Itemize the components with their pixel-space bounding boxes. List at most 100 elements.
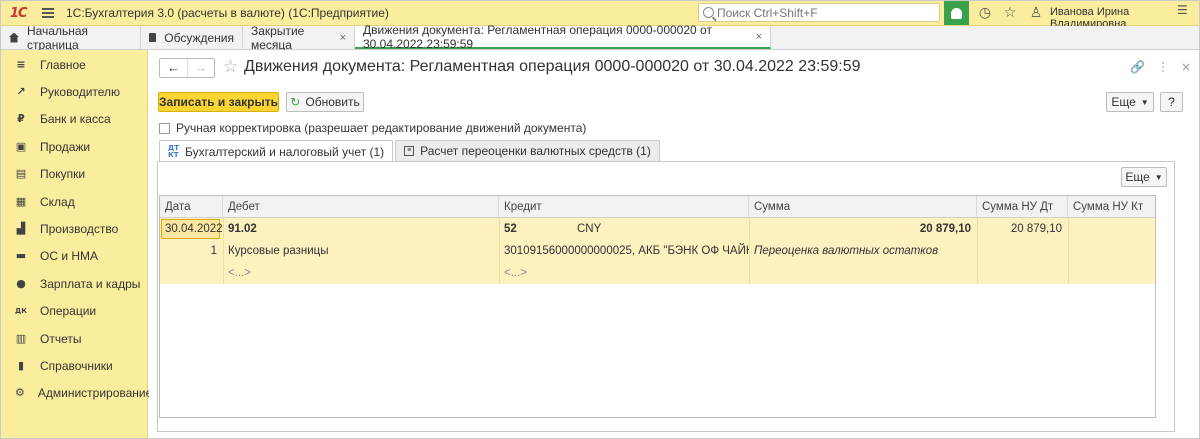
sidebar-item-purchases[interactable]: ▤ Покупки [1, 161, 147, 188]
sidebar-item-warehouse[interactable]: ▦ Склад [1, 188, 147, 215]
bag-icon: ▣ [15, 139, 27, 153]
sidebar-item-operations[interactable]: ДК Операции [1, 298, 147, 325]
app-title: 1С:Бухгалтерия 3.0 (расчеты в валюте) (1… [66, 6, 389, 20]
movements-table[interactable]: Дата Дебет Кредит Сумма Сумма НУ Дт Сумм… [159, 195, 1156, 418]
tab-document-movements[interactable]: Движения документа: Регламентная операци… [355, 22, 771, 51]
cell-debit-subconto-2[interactable]: <...> [223, 262, 499, 284]
chevron-down-icon: ▼ [1140, 97, 1149, 107]
sidebar-item-manager[interactable]: ↗ Руководителю [1, 78, 147, 105]
search-input[interactable] [717, 5, 927, 20]
column-credit[interactable]: Кредит [499, 196, 749, 218]
sidebar-item-main[interactable]: ≡ Главное [1, 51, 147, 78]
forward-button[interactable]: → [187, 59, 214, 77]
tab-month-close[interactable]: Закрытие месяца × [243, 23, 355, 52]
column-amount[interactable]: Сумма [749, 196, 977, 218]
tab-label: Закрытие месяца [251, 23, 305, 52]
menu-icon: ≡ [16, 57, 26, 71]
tab-discussions[interactable]: Обсуждения [141, 26, 243, 49]
gear-icon: ⚙ [15, 386, 25, 400]
book-icon: ▮ [17, 358, 25, 372]
link-icon[interactable]: 🔗 [1130, 60, 1145, 74]
history-icon[interactable]: ◷ [976, 4, 994, 22]
more-button[interactable]: Еще ▼ [1106, 92, 1154, 112]
manual-correction-label: Ручная корректировка (разрешает редактир… [176, 121, 587, 135]
sidebar-item-label: Операции [40, 304, 97, 319]
sidebar-item-label: Склад [40, 194, 75, 209]
close-icon[interactable]: × [1181, 60, 1191, 74]
sidebar-item-reports[interactable]: ▥ Отчеты [1, 325, 147, 352]
refresh-button[interactable]: ↻ Обновить [286, 92, 364, 112]
sidebar-item-label: Зарплата и кадры [40, 276, 141, 291]
search-icon [703, 7, 714, 18]
star-icon[interactable]: ☆ [223, 57, 238, 77]
sidebar-item-label: Справочники [40, 358, 113, 373]
warehouse-icon: ▦ [15, 194, 27, 208]
document-form: ← → ☆ Движения документа: Регламентная о… [149, 50, 1199, 438]
cell-amount[interactable]: 20 879,10 [749, 218, 977, 240]
global-search[interactable] [698, 3, 940, 22]
column-amount-nu-dt[interactable]: Сумма НУ Дт [977, 196, 1068, 218]
tab-home[interactable]: Начальная страница [1, 23, 141, 52]
sidebar-item-payroll[interactable]: ● Зарплата и кадры [1, 270, 147, 297]
cell-debit-account[interactable]: 91.02 [223, 218, 343, 240]
more-actions-icon[interactable]: ⋮ [1157, 60, 1169, 74]
close-icon[interactable]: × [756, 31, 762, 43]
factory-icon: ▟ [16, 222, 26, 236]
column-debit[interactable]: Дебет [223, 196, 499, 218]
cell-date[interactable]: 30.04.2022 [160, 218, 223, 240]
person-icon: ● [16, 276, 26, 290]
tab-accounting[interactable]: ДТ КТ Бухгалтерский и налоговый учет (1) [159, 140, 394, 162]
bar-chart-icon: ▥ [15, 331, 27, 345]
sidebar-item-catalogs[interactable]: ▮ Справочники [1, 352, 147, 379]
sidebar-item-admin[interactable]: ⚙ Администрирование [1, 380, 152, 407]
cell-credit-currency[interactable]: CNY [572, 218, 662, 240]
sidebar-item-production[interactable]: ▟ Производство [1, 215, 147, 242]
form-header-actions: 🔗 ⋮ × [1130, 60, 1191, 74]
sidebar-item-label: Администрирование [37, 386, 153, 401]
sidebar-item-label: Отчеты [40, 331, 82, 346]
open-windows-tabs: Начальная страница Обсуждения Закрытие м… [1, 22, 1199, 52]
tab-currency-revaluation[interactable]: ≡ Расчет переоценки валютных средств (1) [395, 140, 660, 161]
cell-credit-subconto[interactable]: 30109156000000000025, АКБ "БЭНК ОФ ЧАЙНА… [499, 240, 749, 262]
sidebar-item-label: ОС и НМА [40, 249, 99, 264]
cell-line-number: 1 [210, 245, 217, 257]
app-logo: 1С [10, 5, 28, 21]
history-nav: ← → [159, 58, 215, 78]
debit-credit-icon: ДК [15, 307, 27, 316]
sidebar-item-label: Главное [40, 57, 86, 72]
cell-credit-account[interactable]: 52 [499, 218, 569, 240]
column-amount-nu-kt[interactable]: Сумма НУ Кт [1068, 196, 1155, 218]
manual-correction-row[interactable]: Ручная корректировка (разрешает редактир… [159, 121, 586, 135]
ruble-icon: ₽ [17, 112, 25, 126]
cell-content[interactable]: Переоценка валютных остатков [749, 240, 977, 262]
refresh-label: Обновить [305, 95, 360, 109]
cell-credit-subconto-2[interactable]: <...> [499, 262, 749, 284]
tab-label: Расчет переоценки валютных средств (1) [420, 144, 651, 158]
close-icon[interactable]: × [340, 32, 346, 44]
cell-debit-subconto[interactable]: Курсовые разницы [223, 240, 499, 262]
register-tabs: ДТ КТ Бухгалтерский и налоговый учет (1) … [159, 140, 662, 162]
cart-icon: ▤ [15, 167, 27, 181]
grid-more-button[interactable]: Еще ▼ [1121, 167, 1167, 187]
main-menu-icon[interactable] [42, 8, 54, 18]
refresh-icon: ↻ [290, 95, 301, 109]
column-date[interactable]: Дата [160, 196, 223, 218]
sections-panel: ≡ Главное ↗ Руководителю ₽ Банк и касса ▣ Пр… [1, 50, 152, 438]
favorites-icon[interactable]: ☆ [1001, 4, 1019, 22]
sidebar-item-sales[interactable]: ▣ Продажи [1, 133, 147, 160]
tab-label: Бухгалтерский и налоговый учет (1) [185, 144, 385, 159]
tab-label: Движения документа: Регламентная операци… [363, 22, 712, 51]
debit-credit-icon: ДТ КТ [168, 143, 180, 159]
help-button[interactable]: ? [1160, 92, 1183, 112]
tab-label: Начальная страница [26, 23, 89, 52]
sidebar-item-bank[interactable]: ₽ Банк и касса [1, 106, 147, 133]
cell-amount-nu-dt[interactable]: 20 879,10 [977, 218, 1068, 240]
notifications-icon[interactable] [944, 1, 969, 25]
manual-correction-checkbox[interactable] [159, 122, 170, 134]
save-and-close-button[interactable]: Записать и закрыть [158, 92, 279, 112]
trend-icon: ↗ [16, 85, 26, 99]
back-button[interactable]: ← [160, 59, 187, 77]
sidebar-item-assets[interactable]: ▬ ОС и НМА [1, 243, 147, 270]
user-icon[interactable]: ♙ [1027, 4, 1045, 22]
window-menu-icon[interactable]: ☰ [1177, 3, 1188, 17]
